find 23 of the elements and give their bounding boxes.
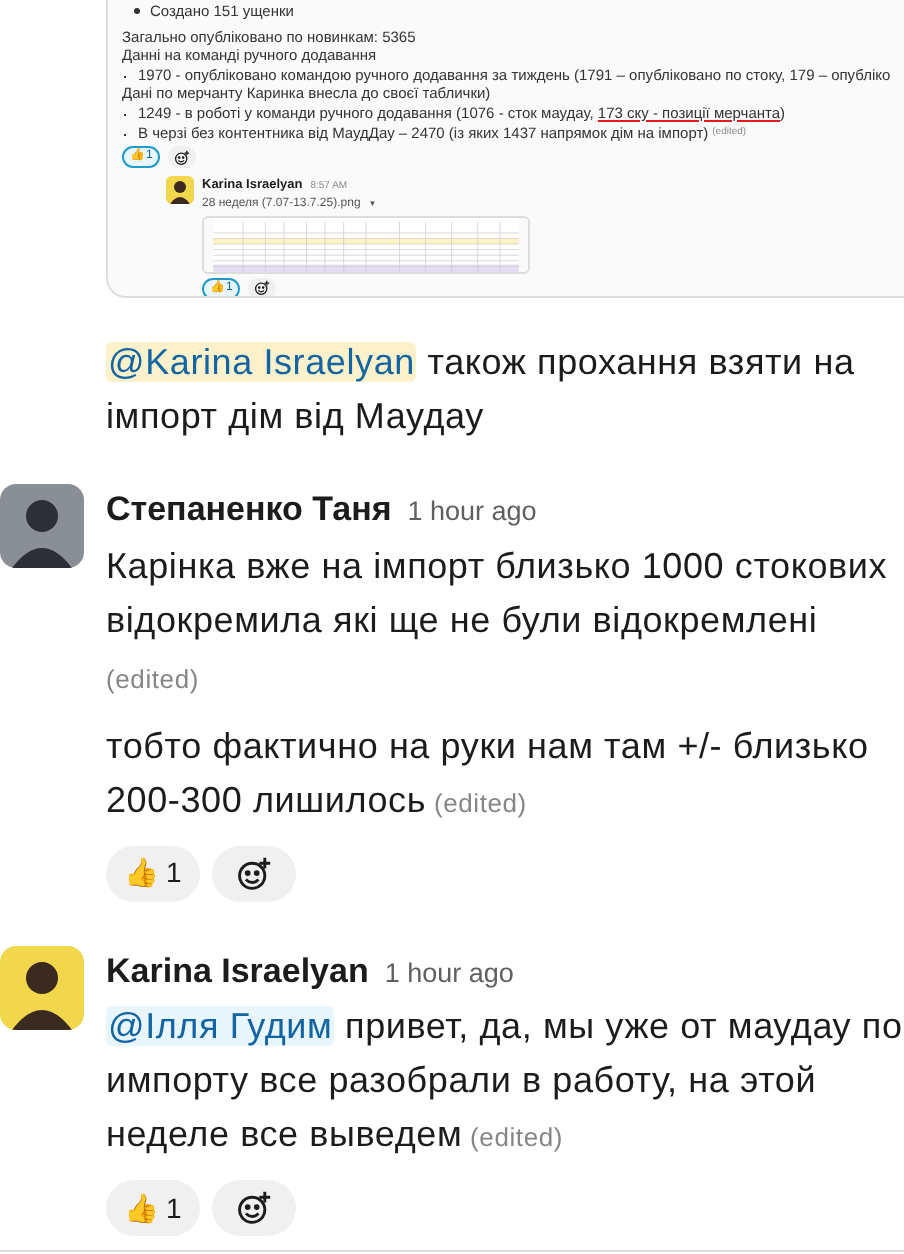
avatar[interactable] (0, 945, 84, 1029)
message-text: тобто фактично на руки нам там +/- близько 200-300 лишилось (edited) (106, 723, 871, 823)
avatar[interactable] (0, 484, 84, 568)
reaction-button[interactable]: 👍 1 (106, 845, 200, 901)
add-reaction-button[interactable] (248, 277, 277, 296)
add-reaction-icon (235, 1190, 272, 1226)
add-reaction-button[interactable] (211, 1180, 296, 1236)
add-reaction-icon (174, 149, 191, 166)
add-reaction-button[interactable] (168, 146, 197, 169)
avatar (166, 176, 194, 205)
add-reaction-icon (254, 280, 271, 296)
message-text: @Karina Israelyan також прохання взяти на імпорт дім від Маудау (106, 340, 857, 440)
timestamp[interactable]: 1 hour ago (407, 492, 537, 533)
message-text: Карінка вже на імпорт близько 1000 стокових відокремила які ще не були відокремлені (edited) (106, 543, 890, 698)
reaction-button[interactable]: 👍 1 (106, 1180, 200, 1236)
bullet-icon (134, 8, 140, 14)
timestamp[interactable]: 1 hour ago (384, 953, 514, 994)
author-name[interactable]: Степаненко Таня (106, 484, 392, 535)
add-reaction-icon (235, 855, 272, 891)
message-text: @Ілля Гудим привет, да, мы уже от маудау по импорту все разобрали в работу, на этой неделе все выведем (edited) (106, 1004, 904, 1158)
add-reaction-button[interactable] (211, 845, 296, 901)
spreadsheet-thumbnail[interactable] (202, 215, 530, 274)
author-name[interactable]: Karina Israelyan (106, 945, 369, 996)
